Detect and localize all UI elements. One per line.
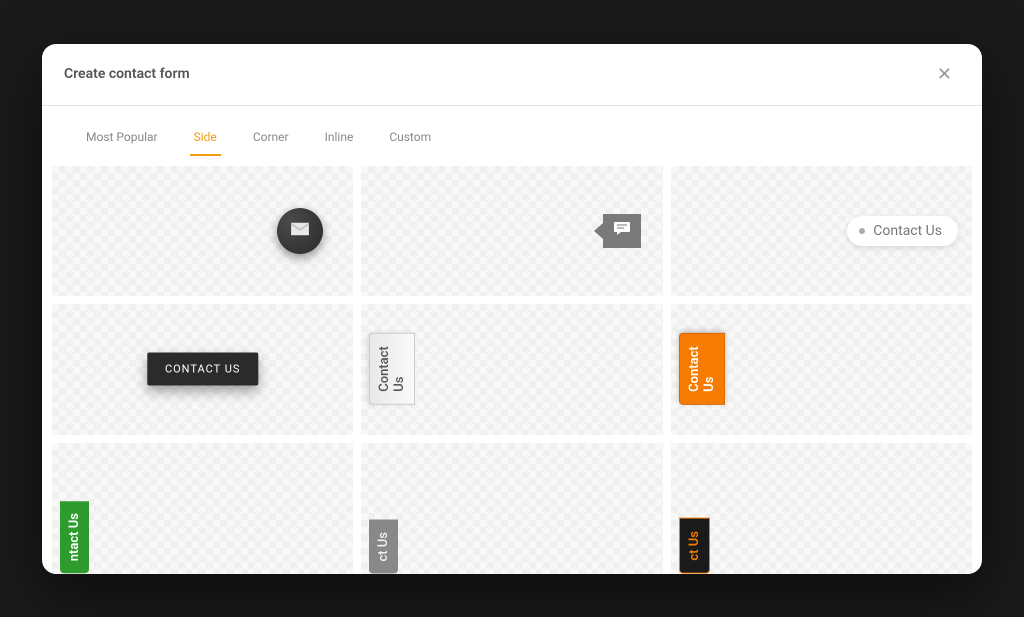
contact-vertical-white-tab: Contact Us xyxy=(369,334,415,406)
close-icon: ✕ xyxy=(937,64,952,84)
close-button[interactable]: ✕ xyxy=(929,60,960,89)
contact-pill: Contact Us xyxy=(847,216,958,246)
templates-grid: Contact Us CONTACT US Contact Us Contact… xyxy=(52,166,972,574)
contact-dark-button-label: CONTACT US xyxy=(165,363,240,376)
tab-corner[interactable]: Corner xyxy=(249,126,293,156)
contact-vertical-black-tab: ct Us xyxy=(679,518,710,574)
chat-icon xyxy=(612,220,632,242)
template-white-pill[interactable]: Contact Us xyxy=(671,166,972,297)
contact-vertical-green-label: ntact Us xyxy=(67,513,82,561)
chat-tag xyxy=(603,214,641,248)
status-dot-icon xyxy=(859,228,865,234)
tab-inline[interactable]: Inline xyxy=(321,126,358,156)
contact-vertical-green-tab: ntact Us xyxy=(60,501,89,573)
contact-vertical-gray-tab: ct Us xyxy=(369,520,398,574)
create-contact-form-modal: Create contact form ✕ Most Popular Side … xyxy=(42,44,982,574)
tab-side[interactable]: Side xyxy=(190,126,221,156)
envelope-icon xyxy=(289,221,311,241)
tab-most-popular[interactable]: Most Popular xyxy=(82,126,162,156)
template-vertical-green[interactable]: ntact Us xyxy=(52,443,353,574)
modal-title: Create contact form xyxy=(64,66,190,82)
template-dark-button[interactable]: CONTACT US xyxy=(52,304,353,435)
template-chat-tag[interactable] xyxy=(361,166,662,297)
contact-dark-button: CONTACT US xyxy=(147,353,258,386)
contact-vertical-orange-label: Contact Us xyxy=(687,347,717,393)
tab-custom[interactable]: Custom xyxy=(385,126,435,156)
contact-vertical-gray-label: ct Us xyxy=(376,532,391,562)
template-vertical-gray[interactable]: ct Us xyxy=(361,443,662,574)
template-vertical-white[interactable]: Contact Us xyxy=(361,304,662,435)
contact-vertical-black-label: ct Us xyxy=(687,531,702,561)
position-tabs: Most Popular Side Corner Inline Custom xyxy=(42,106,982,156)
envelope-badge xyxy=(277,208,323,254)
contact-pill-label: Contact Us xyxy=(873,223,942,239)
modal-header: Create contact form ✕ xyxy=(42,44,982,106)
contact-vertical-white-label: Contact Us xyxy=(377,347,407,393)
template-envelope-circle[interactable] xyxy=(52,166,353,297)
contact-vertical-orange-tab: Contact Us xyxy=(679,334,725,406)
template-vertical-orange[interactable]: Contact Us xyxy=(671,304,972,435)
template-vertical-black[interactable]: ct Us xyxy=(671,443,972,574)
templates-grid-container: Contact Us CONTACT US Contact Us Contact… xyxy=(42,156,982,574)
